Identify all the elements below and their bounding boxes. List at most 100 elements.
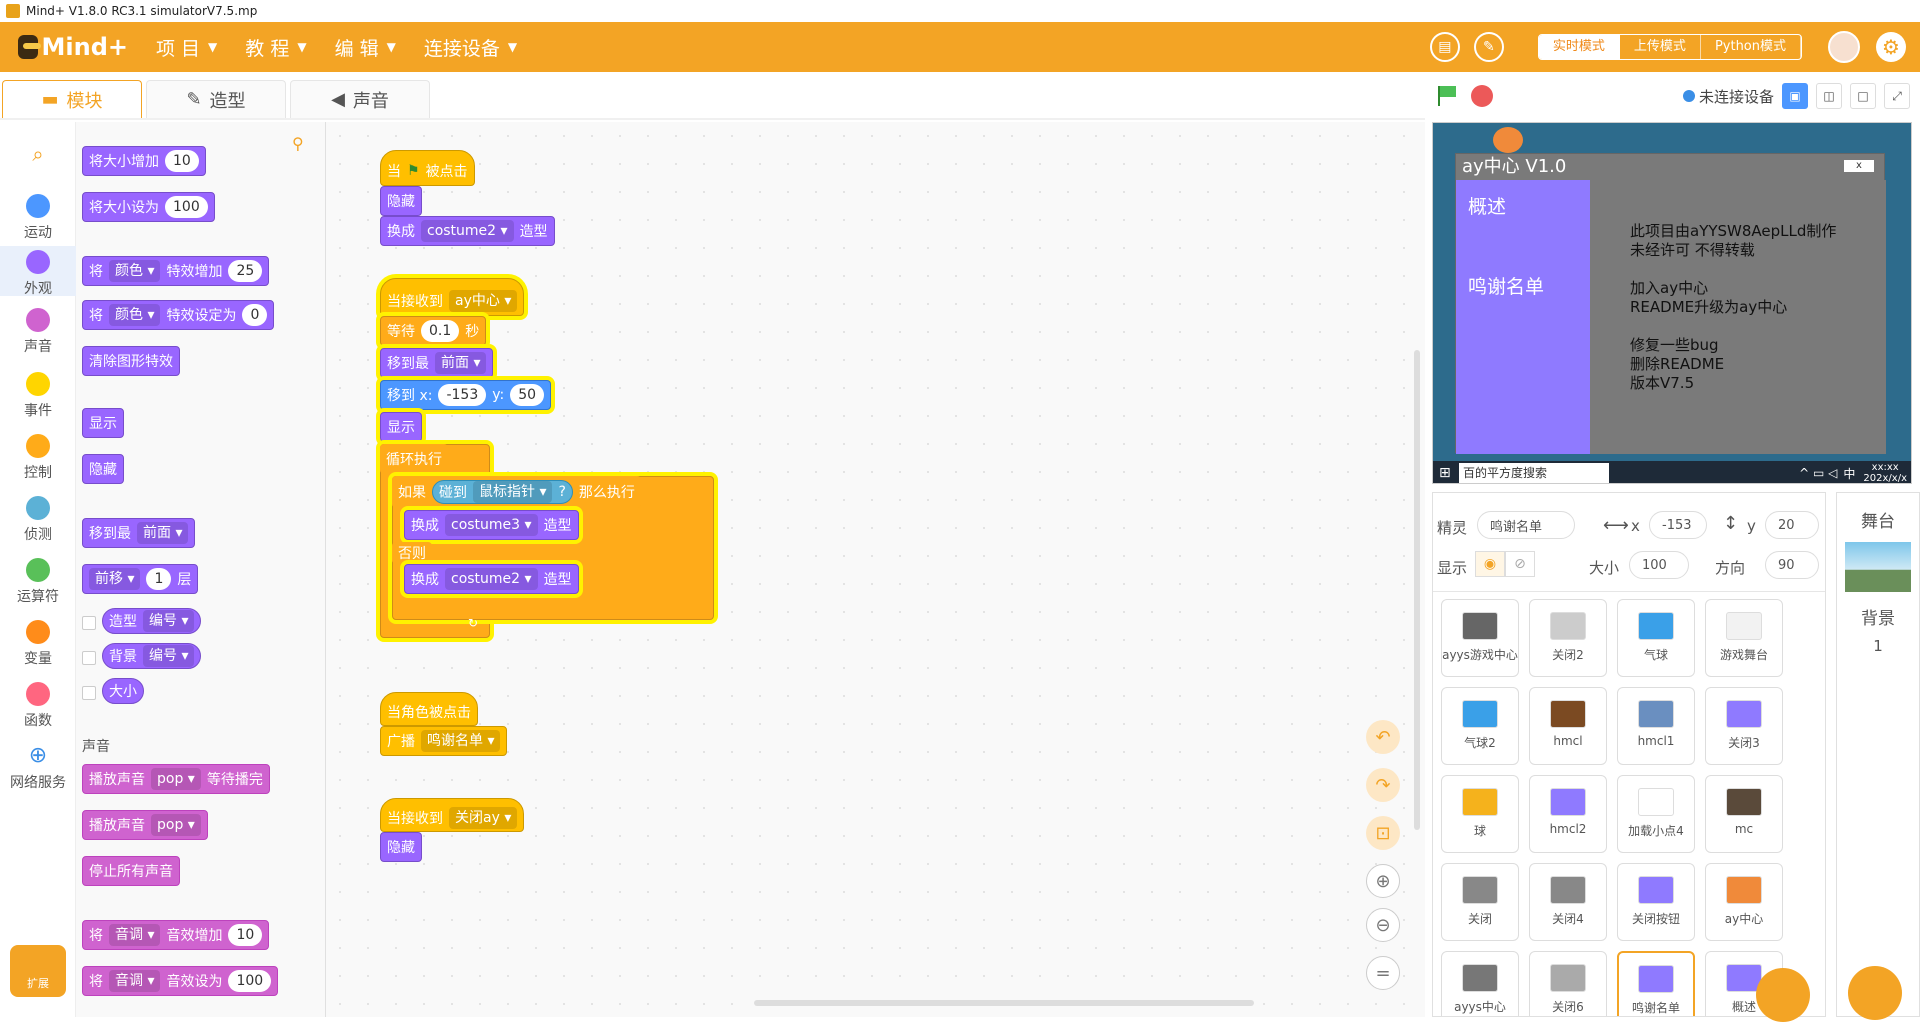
- block-when-receive[interactable]: 当接收到 关闭ay ▾: [380, 798, 525, 832]
- category-network[interactable]: ⊕ 网络服务: [0, 744, 76, 792]
- category-variables[interactable]: 变量: [0, 620, 76, 668]
- close-icon[interactable]: x: [1844, 160, 1874, 172]
- block-size-increase[interactable]: 将大小增加 10: [82, 146, 206, 176]
- block-switch-costume[interactable]: 换成 costume2 ▾ 造型: [380, 216, 555, 246]
- block-dropdown[interactable]: 鼠标指针 ▾: [473, 481, 553, 503]
- small-stage-icon[interactable]: ▣: [1782, 83, 1808, 109]
- block-input[interactable]: 10: [228, 924, 263, 946]
- sprite-card[interactable]: 关闭3: [1705, 687, 1783, 765]
- sprite-library-button[interactable]: [1756, 968, 1810, 1022]
- sprite-card[interactable]: 关闭按钮: [1617, 863, 1695, 941]
- block-input[interactable]: 10: [165, 150, 199, 172]
- gear-icon[interactable]: ⚙: [1876, 32, 1906, 62]
- block-dropdown[interactable]: 前面 ▾: [137, 522, 189, 544]
- block-input[interactable]: 100: [165, 196, 208, 218]
- sprite-card[interactable]: 关闭2: [1529, 599, 1607, 677]
- block-dropdown[interactable]: ay中心 ▾: [449, 290, 518, 312]
- stop-icon[interactable]: [1471, 85, 1493, 107]
- sprite-card[interactable]: 关闭: [1441, 863, 1519, 941]
- block-input-y[interactable]: 50: [510, 384, 545, 406]
- block-clear-effects[interactable]: 清除图形特效: [82, 346, 180, 376]
- block-goto-front[interactable]: 移到最 前面 ▾: [380, 348, 494, 378]
- category-operators[interactable]: 运算符: [0, 558, 76, 606]
- block-dropdown[interactable]: 颜色 ▾: [109, 260, 161, 282]
- sidebar-item-overview[interactable]: 概述: [1468, 192, 1506, 219]
- tab-sounds[interactable]: ◀ 声音: [290, 80, 430, 118]
- category-sensing[interactable]: 侦测: [0, 496, 76, 544]
- fullscreen-icon[interactable]: ⤢: [1884, 83, 1910, 109]
- y-input[interactable]: 20: [1765, 511, 1819, 539]
- block-input-x[interactable]: -153: [438, 384, 487, 406]
- block-when-flag-clicked[interactable]: 当 ⚑ 被点击: [380, 150, 475, 186]
- workspace-scrollbar-vertical[interactable]: [1414, 350, 1420, 830]
- block-input[interactable]: 0: [242, 304, 268, 326]
- block-dropdown[interactable]: 音调 ▾: [109, 924, 161, 946]
- menu-connect-device[interactable]: 连接设备 ▼: [424, 34, 517, 61]
- block-dropdown[interactable]: costume3 ▾: [445, 514, 538, 536]
- block-stop-all-sounds[interactable]: 停止所有声音: [82, 856, 180, 886]
- sprite-card[interactable]: 关闭6: [1529, 951, 1607, 1016]
- undo-icon[interactable]: ↶: [1366, 720, 1400, 754]
- sprite-card[interactable]: hmcl1: [1617, 687, 1695, 765]
- sprite-card[interactable]: 气球: [1617, 599, 1695, 677]
- mode-python[interactable]: Python模式: [1701, 35, 1801, 59]
- block-show[interactable]: 显示: [82, 408, 124, 438]
- block-dropdown[interactable]: costume2 ▾: [445, 568, 538, 590]
- redo-icon[interactable]: ↷: [1366, 768, 1400, 802]
- block-backdrop-reporter[interactable]: 背景 编号 ▾: [102, 643, 202, 669]
- category-motion[interactable]: 运动: [0, 194, 76, 242]
- block-hide[interactable]: 隐藏: [82, 454, 124, 484]
- stage-canvas[interactable]: ay中心 V1.0 x 概述 鸣谢名单 此项目由aYYSW8AepLLd制作 未经…: [1432, 122, 1912, 484]
- block-size-set[interactable]: 将大小设为 100: [82, 192, 215, 222]
- sidebar-item-credits[interactable]: 鸣谢名单: [1468, 272, 1544, 299]
- category-sound[interactable]: 声音: [0, 308, 76, 356]
- eye-off-icon[interactable]: ⊘: [1505, 551, 1535, 577]
- block-dropdown[interactable]: 编号 ▾: [143, 610, 195, 632]
- block-dropdown[interactable]: pop ▾: [151, 814, 201, 836]
- block-input[interactable]: 0.1: [421, 320, 460, 342]
- block-broadcast[interactable]: 广播 鸣谢名单 ▾: [380, 726, 508, 756]
- block-hide[interactable]: 隐藏: [380, 832, 422, 862]
- block-dropdown[interactable]: 音调 ▾: [109, 970, 161, 992]
- category-looks[interactable]: 外观: [0, 246, 76, 297]
- block-goto-xy[interactable]: 移到 x: -153 y: 50: [380, 380, 552, 410]
- zoom-in-icon[interactable]: ⊕: [1366, 864, 1400, 898]
- workspace-scrollbar-horizontal[interactable]: [754, 1000, 1254, 1006]
- block-effect-set[interactable]: 将颜色 ▾ 特效设定为 0: [82, 300, 275, 330]
- sprite-card[interactable]: 游戏舞台: [1705, 599, 1783, 677]
- mode-upload[interactable]: 上传模式: [1620, 35, 1701, 59]
- search-icon[interactable]: ⌕: [0, 142, 76, 166]
- sprite-card[interactable]: hmcl2: [1529, 775, 1607, 853]
- user-avatar[interactable]: [1828, 31, 1860, 63]
- block-show[interactable]: 显示: [380, 412, 422, 442]
- sprite-card[interactable]: 球: [1441, 775, 1519, 853]
- sprite-card[interactable]: 鸣谢名单: [1617, 951, 1695, 1016]
- tab-blocks[interactable]: ▬ 模块: [2, 80, 142, 118]
- sprite-card[interactable]: 关闭4: [1529, 863, 1607, 941]
- sprite-card[interactable]: ay中心: [1705, 863, 1783, 941]
- menu-edit[interactable]: 编 辑 ▼: [335, 34, 396, 61]
- block-dropdown[interactable]: costume2 ▾: [421, 220, 514, 242]
- direction-input[interactable]: 90: [1765, 551, 1819, 579]
- sprite-card[interactable]: hmcl: [1529, 687, 1607, 765]
- checkbox[interactable]: [82, 616, 96, 630]
- block-pitch-set[interactable]: 将音调 ▾ 音效设为 100: [82, 966, 279, 996]
- block-play-until-done[interactable]: 播放声音 pop ▾ 等待播完: [82, 764, 270, 794]
- sprite-name-input[interactable]: 鸣谢名单: [1477, 511, 1575, 539]
- block-input[interactable]: 100: [228, 970, 272, 992]
- pin-icon[interactable]: ⚲: [292, 134, 304, 153]
- size-input[interactable]: 100: [1629, 551, 1689, 579]
- block-dropdown[interactable]: 颜色 ▾: [109, 304, 161, 326]
- stage-mode-icon[interactable]: □: [1850, 83, 1876, 109]
- x-input[interactable]: -153: [1649, 511, 1707, 539]
- green-flag-icon[interactable]: [1435, 84, 1459, 108]
- block-when-sprite-clicked[interactable]: 当角色被点击: [380, 692, 478, 726]
- sprite-card[interactable]: 加载小点4: [1617, 775, 1695, 853]
- extension-button[interactable]: 扩展: [10, 945, 66, 997]
- block-switch-costume[interactable]: 换成 costume3 ▾ 造型: [404, 510, 579, 540]
- sprite-card[interactable]: 气球2: [1441, 687, 1519, 765]
- block-pitch-increase[interactable]: 将音调 ▾ 音效增加 10: [82, 920, 270, 950]
- block-dropdown[interactable]: pop ▾: [151, 768, 201, 790]
- block-input[interactable]: 25: [228, 260, 263, 282]
- eye-icon[interactable]: ◉: [1475, 551, 1505, 577]
